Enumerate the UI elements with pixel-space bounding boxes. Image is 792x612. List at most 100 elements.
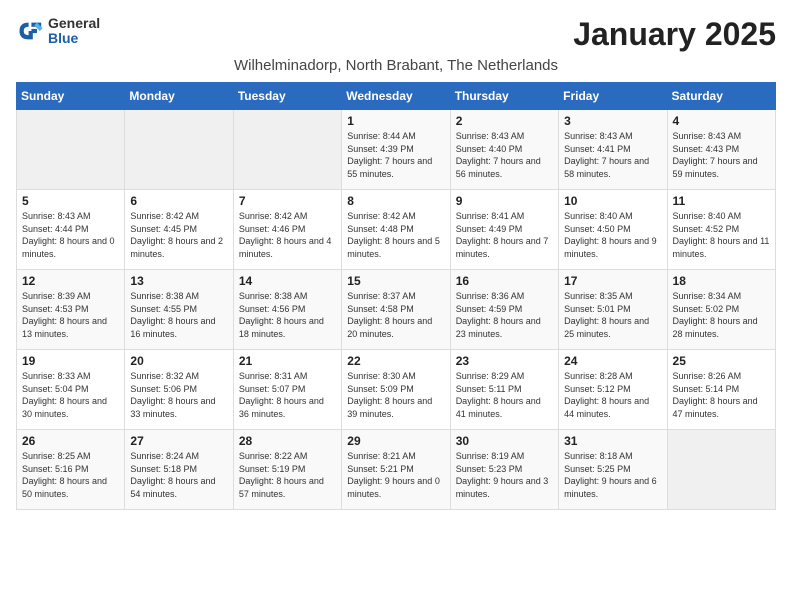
sunset-text: Sunset: 4:48 PM	[347, 224, 414, 234]
day-info: Sunrise: 8:39 AM Sunset: 4:53 PM Dayligh…	[22, 290, 119, 340]
sunset-text: Sunset: 4:44 PM	[22, 224, 89, 234]
header-saturday: Saturday	[667, 83, 775, 110]
calendar-day-cell: 13 Sunrise: 8:38 AM Sunset: 4:55 PM Dayl…	[125, 270, 233, 350]
day-number: 13	[130, 274, 227, 288]
calendar-week-row: 19 Sunrise: 8:33 AM Sunset: 5:04 PM Dayl…	[17, 350, 776, 430]
sunrise-text: Sunrise: 8:38 AM	[239, 291, 308, 301]
sunset-text: Sunset: 4:58 PM	[347, 304, 414, 314]
day-number: 20	[130, 354, 227, 368]
calendar-day-cell	[125, 110, 233, 190]
day-number: 23	[456, 354, 553, 368]
day-number: 21	[239, 354, 336, 368]
calendar-subtitle: Wilhelminadorp, North Brabant, The Nethe…	[16, 57, 776, 74]
day-info: Sunrise: 8:42 AM Sunset: 4:48 PM Dayligh…	[347, 210, 444, 260]
sunset-text: Sunset: 5:18 PM	[130, 464, 197, 474]
daylight-text: Daylight: 8 hours and 7 minutes.	[456, 236, 549, 259]
sunrise-text: Sunrise: 8:41 AM	[456, 211, 525, 221]
logo-icon	[16, 17, 44, 45]
sunset-text: Sunset: 5:02 PM	[673, 304, 740, 314]
sunset-text: Sunset: 5:12 PM	[564, 384, 631, 394]
day-number: 4	[673, 114, 770, 128]
calendar-day-cell: 27 Sunrise: 8:24 AM Sunset: 5:18 PM Dayl…	[125, 430, 233, 510]
sunset-text: Sunset: 4:41 PM	[564, 144, 631, 154]
sunset-text: Sunset: 4:50 PM	[564, 224, 631, 234]
sunset-text: Sunset: 4:39 PM	[347, 144, 414, 154]
sunrise-text: Sunrise: 8:21 AM	[347, 451, 416, 461]
calendar-header-row: Sunday Monday Tuesday Wednesday Thursday…	[17, 83, 776, 110]
sunrise-text: Sunrise: 8:18 AM	[564, 451, 633, 461]
logo-general-text: General	[48, 16, 100, 31]
day-info: Sunrise: 8:43 AM Sunset: 4:41 PM Dayligh…	[564, 130, 661, 180]
day-number: 12	[22, 274, 119, 288]
daylight-text: Daylight: 8 hours and 44 minutes.	[564, 396, 649, 419]
day-number: 25	[673, 354, 770, 368]
day-number: 15	[347, 274, 444, 288]
calendar-day-cell: 9 Sunrise: 8:41 AM Sunset: 4:49 PM Dayli…	[450, 190, 558, 270]
calendar-day-cell: 22 Sunrise: 8:30 AM Sunset: 5:09 PM Dayl…	[342, 350, 450, 430]
calendar-day-cell: 19 Sunrise: 8:33 AM Sunset: 5:04 PM Dayl…	[17, 350, 125, 430]
daylight-text: Daylight: 8 hours and 2 minutes.	[130, 236, 223, 259]
calendar-week-row: 26 Sunrise: 8:25 AM Sunset: 5:16 PM Dayl…	[17, 430, 776, 510]
calendar-day-cell	[17, 110, 125, 190]
sunrise-text: Sunrise: 8:38 AM	[130, 291, 199, 301]
calendar-day-cell: 3 Sunrise: 8:43 AM Sunset: 4:41 PM Dayli…	[559, 110, 667, 190]
day-number: 24	[564, 354, 661, 368]
sunrise-text: Sunrise: 8:42 AM	[130, 211, 199, 221]
calendar-day-cell: 4 Sunrise: 8:43 AM Sunset: 4:43 PM Dayli…	[667, 110, 775, 190]
sunset-text: Sunset: 5:06 PM	[130, 384, 197, 394]
sunrise-text: Sunrise: 8:36 AM	[456, 291, 525, 301]
calendar-day-cell: 8 Sunrise: 8:42 AM Sunset: 4:48 PM Dayli…	[342, 190, 450, 270]
calendar-title: January 2025	[573, 16, 776, 53]
sunrise-text: Sunrise: 8:30 AM	[347, 371, 416, 381]
day-number: 10	[564, 194, 661, 208]
day-info: Sunrise: 8:38 AM Sunset: 4:56 PM Dayligh…	[239, 290, 336, 340]
sunset-text: Sunset: 5:25 PM	[564, 464, 631, 474]
daylight-text: Daylight: 8 hours and 5 minutes.	[347, 236, 440, 259]
logo-blue-text: Blue	[48, 31, 100, 46]
calendar-day-cell: 29 Sunrise: 8:21 AM Sunset: 5:21 PM Dayl…	[342, 430, 450, 510]
daylight-text: Daylight: 8 hours and 50 minutes.	[22, 476, 107, 499]
daylight-text: Daylight: 7 hours and 55 minutes.	[347, 156, 432, 179]
sunset-text: Sunset: 4:49 PM	[456, 224, 523, 234]
day-number: 6	[130, 194, 227, 208]
calendar-day-cell: 6 Sunrise: 8:42 AM Sunset: 4:45 PM Dayli…	[125, 190, 233, 270]
day-number: 18	[673, 274, 770, 288]
sunset-text: Sunset: 4:59 PM	[456, 304, 523, 314]
sunset-text: Sunset: 5:23 PM	[456, 464, 523, 474]
day-info: Sunrise: 8:37 AM Sunset: 4:58 PM Dayligh…	[347, 290, 444, 340]
sunset-text: Sunset: 5:09 PM	[347, 384, 414, 394]
day-info: Sunrise: 8:29 AM Sunset: 5:11 PM Dayligh…	[456, 370, 553, 420]
sunrise-text: Sunrise: 8:35 AM	[564, 291, 633, 301]
day-info: Sunrise: 8:43 AM Sunset: 4:44 PM Dayligh…	[22, 210, 119, 260]
calendar-week-row: 1 Sunrise: 8:44 AM Sunset: 4:39 PM Dayli…	[17, 110, 776, 190]
header-thursday: Thursday	[450, 83, 558, 110]
sunrise-text: Sunrise: 8:25 AM	[22, 451, 91, 461]
daylight-text: Daylight: 8 hours and 20 minutes.	[347, 316, 432, 339]
sunrise-text: Sunrise: 8:32 AM	[130, 371, 199, 381]
sunrise-text: Sunrise: 8:39 AM	[22, 291, 91, 301]
daylight-text: Daylight: 8 hours and 4 minutes.	[239, 236, 332, 259]
sunset-text: Sunset: 5:01 PM	[564, 304, 631, 314]
day-info: Sunrise: 8:42 AM Sunset: 4:46 PM Dayligh…	[239, 210, 336, 260]
daylight-text: Daylight: 8 hours and 16 minutes.	[130, 316, 215, 339]
calendar-week-row: 5 Sunrise: 8:43 AM Sunset: 4:44 PM Dayli…	[17, 190, 776, 270]
logo: General Blue	[16, 16, 100, 47]
sunset-text: Sunset: 4:40 PM	[456, 144, 523, 154]
sunset-text: Sunset: 5:07 PM	[239, 384, 306, 394]
daylight-text: Daylight: 8 hours and 36 minutes.	[239, 396, 324, 419]
day-number: 5	[22, 194, 119, 208]
sunrise-text: Sunrise: 8:24 AM	[130, 451, 199, 461]
daylight-text: Daylight: 8 hours and 18 minutes.	[239, 316, 324, 339]
day-number: 16	[456, 274, 553, 288]
day-number: 11	[673, 194, 770, 208]
daylight-text: Daylight: 8 hours and 54 minutes.	[130, 476, 215, 499]
daylight-text: Daylight: 8 hours and 33 minutes.	[130, 396, 215, 419]
header-monday: Monday	[125, 83, 233, 110]
calendar-day-cell: 15 Sunrise: 8:37 AM Sunset: 4:58 PM Dayl…	[342, 270, 450, 350]
sunrise-text: Sunrise: 8:26 AM	[673, 371, 742, 381]
day-info: Sunrise: 8:28 AM Sunset: 5:12 PM Dayligh…	[564, 370, 661, 420]
day-info: Sunrise: 8:42 AM Sunset: 4:45 PM Dayligh…	[130, 210, 227, 260]
sunset-text: Sunset: 4:45 PM	[130, 224, 197, 234]
daylight-text: Daylight: 8 hours and 0 minutes.	[22, 236, 115, 259]
day-info: Sunrise: 8:43 AM Sunset: 4:43 PM Dayligh…	[673, 130, 770, 180]
